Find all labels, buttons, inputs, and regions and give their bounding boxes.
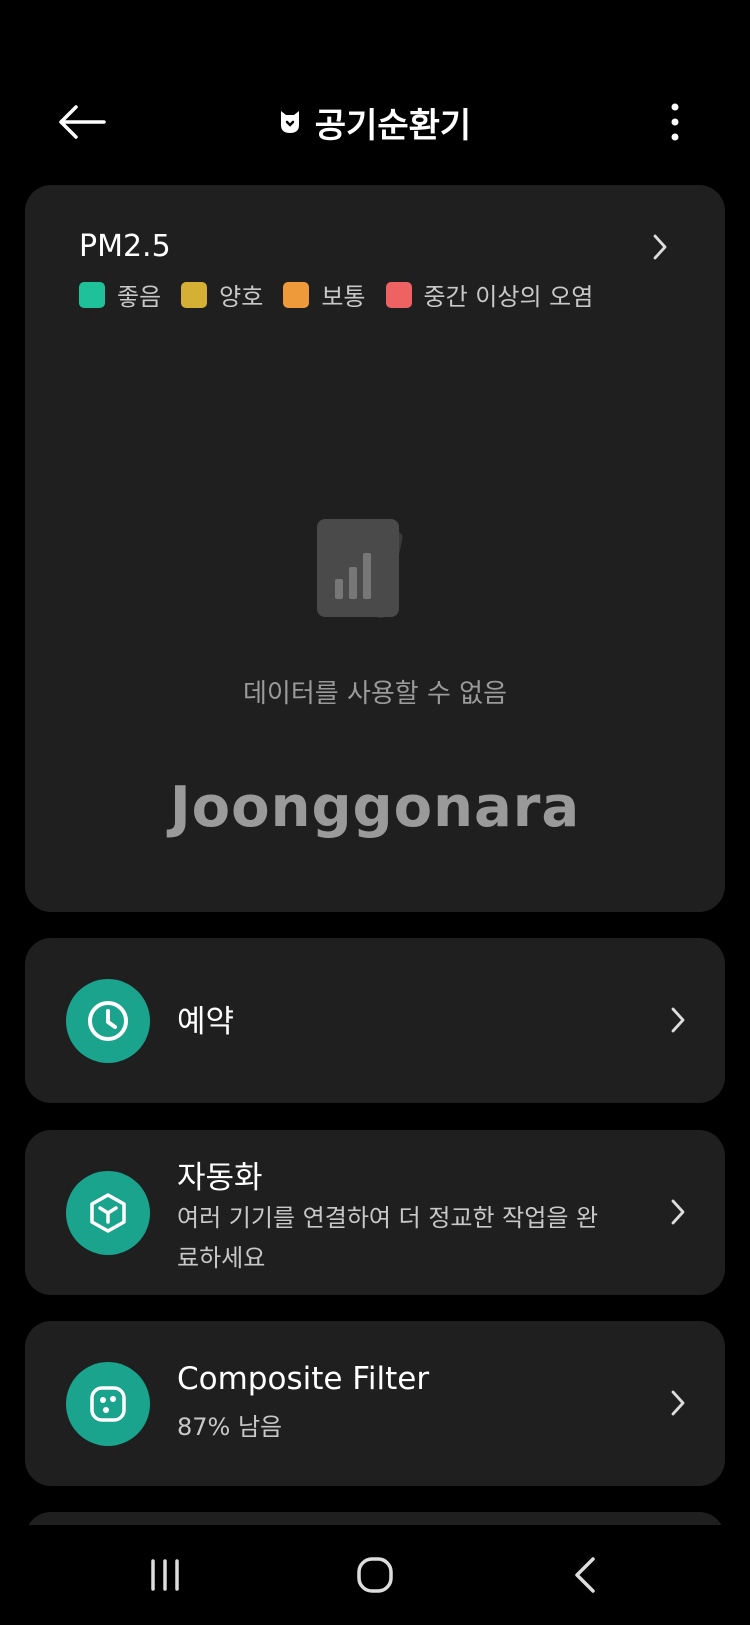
- legend-swatch: [283, 281, 310, 308]
- filter-icon: [90, 1386, 126, 1422]
- filter-icon-badge: [66, 1362, 150, 1446]
- home-icon: [357, 1557, 393, 1593]
- filter-title: Composite Filter: [177, 1361, 430, 1397]
- no-data-chart-icon: [317, 519, 403, 618]
- legend-label: 중간 이상의 오염: [423, 283, 594, 311]
- pm25-title: PM2.5: [79, 229, 171, 264]
- schedule-row[interactable]: 예약: [25, 938, 725, 1103]
- automation-icon-badge: [66, 1171, 150, 1255]
- legend-label: 보통: [321, 283, 366, 311]
- top-app-bar: 공기순환기: [0, 0, 750, 180]
- home-button[interactable]: [340, 1545, 410, 1605]
- legend-item-polluted: 중간 이상의 오염: [385, 277, 594, 312]
- mi-logo-icon: [280, 111, 299, 133]
- automation-title: 자동화: [177, 1160, 263, 1196]
- schedule-title: 예약: [177, 1004, 235, 1040]
- automation-subtitle: 여러 기기를 연결하여 더 정교한 작업을 완료하세요: [177, 1204, 599, 1272]
- legend-swatch: [385, 281, 412, 308]
- recent-apps-icon: [151, 1559, 179, 1591]
- legend-swatch: [181, 281, 208, 308]
- no-data-text: 데이터를 사용할 수 없음: [243, 679, 507, 709]
- automation-row[interactable]: 자동화 여러 기기를 연결하여 더 정교한 작업을 완료하세요: [25, 1130, 725, 1295]
- more-vertical-icon: [671, 103, 679, 141]
- schedule-icon-badge: [66, 979, 150, 1063]
- filter-row[interactable]: Composite Filter 87% 남음: [25, 1321, 725, 1486]
- legend-label: 좋음: [117, 283, 162, 311]
- legend-item-fair: 양호: [181, 277, 263, 312]
- legend-swatch: [79, 281, 105, 308]
- pm25-card[interactable]: PM2.5 좋음 양호 보통 중간 이상의 오염 데이터를 사용할 수 없음 J…: [25, 185, 725, 912]
- pm25-chevron-button[interactable]: [645, 229, 675, 265]
- filter-chevron: [663, 1383, 693, 1423]
- legend-item-moderate: 보통: [283, 277, 366, 312]
- system-navigation-bar: [0, 1525, 750, 1625]
- nav-back-icon: [575, 1557, 595, 1593]
- recent-apps-button[interactable]: [130, 1545, 200, 1605]
- chevron-right-icon: [671, 1007, 685, 1033]
- schedule-chevron: [663, 1000, 693, 1040]
- chevron-right-icon: [671, 1199, 685, 1225]
- watermark-logo: Joonggonara: [169, 775, 581, 840]
- automation-chevron: [663, 1192, 693, 1232]
- title-group: 공기순환기: [0, 96, 750, 148]
- more-options-button[interactable]: [650, 96, 700, 148]
- nav-back-button[interactable]: [550, 1545, 620, 1605]
- page-title: 공기순환기: [314, 105, 472, 146]
- legend-label: 양호: [219, 283, 264, 311]
- cube-icon: [90, 1193, 126, 1233]
- chevron-right-icon: [671, 1390, 685, 1416]
- filter-remaining: 87% 남음: [177, 1413, 283, 1441]
- chevron-right-icon: [653, 234, 667, 260]
- legend-item-good: 좋음: [79, 277, 161, 312]
- pm25-legend: 좋음 양호 보통 중간 이상의 오염: [79, 277, 593, 312]
- clock-icon: [88, 1001, 128, 1041]
